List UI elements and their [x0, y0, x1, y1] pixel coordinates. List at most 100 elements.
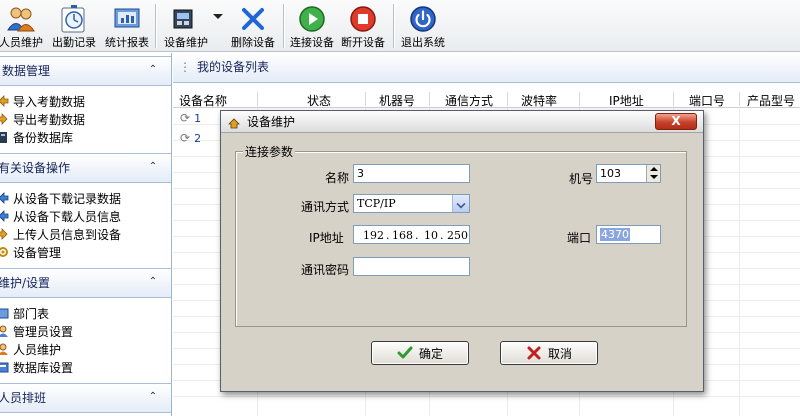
sidebar-section-maintenance-settings[interactable]: 维护/设置 ⌃ — [0, 268, 171, 298]
staff-maintenance-label: 人员维护 — [0, 36, 43, 49]
sidebar-item-database-settings[interactable]: 数据库设置 — [0, 358, 73, 376]
sidebar-section-device-operations[interactable]: 有关设备操作 ⌃ — [0, 153, 171, 183]
column-header-port[interactable]: 端口号 — [689, 92, 725, 109]
chevron-up-icon[interactable]: ⌃ — [147, 392, 159, 404]
device-table-header: 设备名称 状态 机器号 通信方式 波特率 IP地址 端口号 产品型号 — [173, 90, 800, 108]
column-divider[interactable] — [365, 92, 366, 106]
database-settings-icon — [0, 360, 10, 374]
close-icon: X — [671, 114, 681, 128]
disconnect-device-button[interactable]: 断开设备 — [338, 2, 388, 50]
toolbar-separator — [155, 4, 156, 48]
connect-device-label: 连接设备 — [290, 36, 334, 49]
chevron-up-icon[interactable]: ⌃ — [147, 162, 159, 174]
device-gear-icon — [0, 245, 10, 259]
sidebar-item-device-management[interactable]: 设备管理 — [0, 243, 61, 261]
sidebar-item-upload-staff[interactable]: 上传人员信息到设备 — [0, 225, 121, 243]
grip-dots-icon: ⋮ — [179, 60, 191, 74]
checkmark-icon — [397, 345, 413, 361]
users-icon — [6, 4, 36, 34]
device-name-cell: 1 — [194, 111, 202, 125]
chevron-up-icon[interactable]: ⌃ — [147, 65, 159, 77]
password-label: 通讯密码 — [301, 263, 350, 277]
sidebar-section-staff-scheduling[interactable]: 人员排班 ⌃ — [0, 383, 171, 413]
database-icon — [0, 130, 10, 144]
column-header-ip-address[interactable]: IP地址 — [609, 92, 644, 109]
sidebar-item-import-attendance[interactable]: 导入考勤数据 — [0, 92, 85, 110]
dialog-title: 设备维护 — [247, 115, 296, 129]
column-header-machine-no[interactable]: 机器号 — [379, 92, 415, 109]
column-header-comm-mode[interactable]: 通信方式 — [445, 92, 493, 109]
admin-icon — [0, 324, 10, 338]
comm-mode-select[interactable]: TCP/IP — [353, 194, 470, 213]
ip-address-label: IP地址 — [309, 231, 344, 245]
ok-button[interactable]: 确定 — [371, 341, 469, 365]
column-header-product-model[interactable]: 产品型号 — [747, 92, 795, 109]
statistics-report-label: 统计报表 — [105, 36, 149, 49]
delete-device-button[interactable]: 删除设备 — [227, 2, 279, 50]
group-title: 连接参数 — [243, 143, 296, 160]
page-title: 我的设备列表 — [197, 60, 270, 74]
ip-address-field[interactable]: 192 . 168 . 10 . 250 — [353, 225, 470, 244]
spin-buttons[interactable] — [646, 165, 660, 182]
export-arrow-icon — [0, 112, 10, 126]
connect-play-icon — [297, 4, 327, 34]
sidebar-section-data-management[interactable]: 数据管理 ⌃ — [0, 56, 171, 86]
sidebar-item-download-staff[interactable]: 从设备下载人员信息 — [0, 207, 121, 225]
sidebar-item-download-records[interactable]: 从设备下载记录数据 — [0, 189, 121, 207]
chevron-down-icon[interactable] — [452, 195, 469, 212]
column-divider[interactable] — [429, 92, 430, 106]
password-field[interactable] — [353, 257, 470, 276]
connect-device-button[interactable]: 连接设备 — [287, 2, 337, 50]
exit-system-button[interactable]: 退出系统 — [398, 2, 448, 50]
disconnect-device-label: 断开设备 — [341, 36, 385, 49]
upload-arrow-icon — [0, 227, 10, 241]
refresh-icon: ⟳ — [180, 111, 191, 125]
name-label: 名称 — [325, 171, 350, 185]
close-button[interactable]: X — [655, 113, 697, 130]
power-icon — [408, 4, 438, 34]
statistics-report-button[interactable]: 统计报表 — [101, 2, 153, 50]
name-field[interactable]: 3 — [353, 164, 470, 183]
machine-no-stepper[interactable]: 103 — [596, 164, 661, 183]
column-divider[interactable] — [739, 92, 740, 106]
column-divider[interactable] — [579, 92, 580, 106]
device-maintenance-label: 设备维护 — [164, 36, 208, 49]
column-divider[interactable] — [257, 92, 258, 106]
main-toolbar: 人员维护 出勤记录 统计报表 设备维护 删除设备 连接设备 断开设备 退出系统 — [0, 0, 800, 52]
report-icon — [112, 4, 142, 34]
chevron-up-icon[interactable]: ⌃ — [147, 277, 159, 289]
spin-up-icon — [650, 167, 658, 171]
cancel-x-icon — [526, 345, 542, 361]
table-row[interactable]: ⟳ 1 — [180, 110, 201, 126]
stopwatch-icon — [59, 4, 89, 34]
device-list-header: ⋮ 我的设备列表 — [173, 53, 800, 83]
port-field[interactable]: 4370 — [596, 225, 661, 244]
column-header-baud-rate[interactable]: 波特率 — [521, 92, 557, 109]
device-icon — [171, 4, 201, 34]
dialog-app-icon — [227, 115, 241, 129]
sidebar-item-admin-settings[interactable]: 管理员设置 — [0, 322, 73, 340]
sidebar-item-backup-database[interactable]: 备份数据库 — [0, 128, 73, 146]
dialog-titlebar[interactable]: 设备维护 X — [221, 111, 703, 133]
staff-maintenance-button[interactable]: 人员维护 — [0, 2, 46, 50]
attendance-records-button[interactable]: 出勤记录 — [48, 2, 100, 50]
delete-x-icon — [238, 4, 268, 34]
column-header-device-name[interactable]: 设备名称 — [179, 92, 227, 109]
column-header-status[interactable]: 状态 — [307, 92, 331, 109]
sidebar: 数据管理 ⌃ 导入考勤数据 导出考勤数据 备份数据库 有关设备操作 ⌃ 从设备下… — [0, 53, 172, 416]
cancel-button[interactable]: 取消 — [500, 341, 598, 365]
column-divider[interactable] — [673, 92, 674, 106]
port-label: 端口 — [567, 231, 592, 245]
sidebar-item-export-attendance[interactable]: 导出考勤数据 — [0, 110, 85, 128]
sidebar-item-department[interactable]: 部门表 — [0, 304, 49, 322]
column-divider[interactable] — [507, 92, 508, 106]
section-title: 维护/设置 — [0, 276, 51, 290]
download-arrow-icon — [0, 191, 10, 205]
table-row[interactable]: ⟳ 2 — [180, 130, 201, 146]
section-title: 人员排班 — [0, 391, 47, 405]
sidebar-item-staff-maintenance[interactable]: 人员维护 — [0, 340, 61, 358]
section-title: 有关设备操作 — [0, 161, 71, 175]
chevron-down-icon[interactable] — [213, 14, 223, 19]
device-maintenance-button[interactable]: 设备维护 — [160, 2, 212, 50]
disconnect-stop-icon — [348, 4, 378, 34]
